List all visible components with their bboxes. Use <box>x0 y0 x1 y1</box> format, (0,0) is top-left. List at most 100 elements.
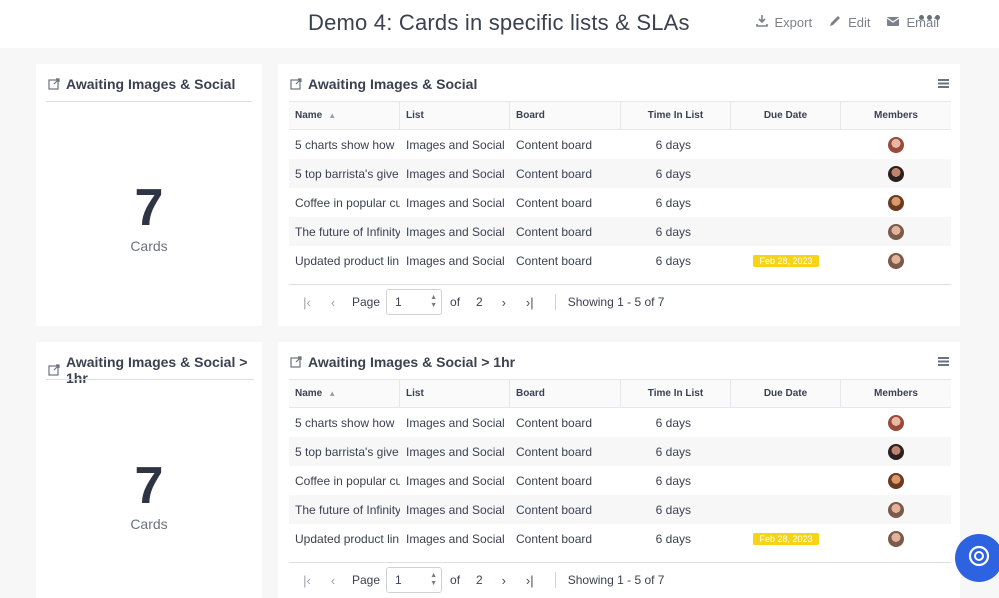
edit-button[interactable]: Edit <box>828 14 870 31</box>
col-board[interactable]: Board <box>510 102 621 129</box>
table-header: Name ▲ List Board Time In List Due Date M… <box>289 379 951 408</box>
of-label: of <box>450 295 461 309</box>
avatar <box>888 472 904 489</box>
top-bar: Demo 4: Cards in specific lists & SLAs E… <box>0 0 999 48</box>
page-stepper[interactable]: ▲ ▼ <box>430 572 437 588</box>
cell-time: 6 days <box>655 137 691 152</box>
table-panel-2: Awaiting Images & Social > 1hr Name ▲ Lis… <box>278 342 960 598</box>
metric-title-1[interactable]: Awaiting Images & Social <box>48 76 235 92</box>
export-button[interactable]: Export <box>755 14 813 31</box>
cell-due: Feb 28, 2023 <box>731 254 841 267</box>
cell-time: 6 days <box>655 224 691 239</box>
col-due[interactable]: Due Date <box>731 102 841 129</box>
cell-board: Content board <box>516 415 593 430</box>
table-row[interactable]: Updated product lin Images and Social Co… <box>289 524 951 553</box>
avatar <box>888 223 904 240</box>
metric-title-text: Awaiting Images & Social <box>66 76 236 92</box>
external-link-icon <box>48 78 60 90</box>
total-pages: 2 <box>476 573 483 587</box>
cell-list: Images and Social <box>406 253 505 268</box>
metric-panel-2: Awaiting Images & Social > 1hr 7 Cards <box>36 342 262 598</box>
cell-time: 6 days <box>655 444 691 459</box>
cell-board: Content board <box>516 195 593 210</box>
metric-value: 7 <box>134 457 164 515</box>
header-actions: Export Edit Email <box>755 14 939 31</box>
cell-name: 5 top barrista's give <box>295 166 399 181</box>
external-link-icon <box>48 364 60 376</box>
col-list[interactable]: List <box>400 380 510 407</box>
external-link-icon <box>290 78 302 90</box>
help-button[interactable] <box>955 534 999 582</box>
next-page-button[interactable]: › <box>491 573 517 588</box>
cell-time: 6 days <box>655 531 691 546</box>
col-time[interactable]: Time In List <box>621 380 731 407</box>
page-label: Page <box>352 573 381 587</box>
page-value: 1 <box>395 295 402 309</box>
list-view-icon[interactable] <box>938 357 949 366</box>
table-row[interactable]: 5 charts show how Images and Social Cont… <box>289 408 951 437</box>
table-title-text: Awaiting Images & Social > 1hr <box>308 354 516 370</box>
avatar <box>888 443 904 460</box>
avatar <box>888 194 904 211</box>
edit-label: Edit <box>848 15 871 30</box>
cell-list: Images and Social <box>406 166 505 181</box>
of-label: of <box>450 573 461 587</box>
external-link-icon <box>290 356 302 368</box>
table-panel-1: Awaiting Images & Social Name ▲ List Boar… <box>278 64 960 326</box>
cell-list: Images and Social <box>406 137 505 152</box>
table-row[interactable]: 5 top barrista's give Images and Social … <box>289 437 951 466</box>
next-page-button[interactable]: › <box>491 295 517 310</box>
metric-value-block: 7 Cards <box>36 460 262 532</box>
more-icon[interactable] <box>919 15 940 20</box>
avatar <box>888 165 904 182</box>
last-page-button[interactable]: ›| <box>517 573 543 588</box>
list-view-icon[interactable] <box>938 79 949 88</box>
col-time[interactable]: Time In List <box>621 102 731 129</box>
table-row[interactable]: Updated product lin Images and Social Co… <box>289 246 951 275</box>
col-board[interactable]: Board <box>510 380 621 407</box>
cell-time: 6 days <box>655 473 691 488</box>
avatar <box>888 414 904 431</box>
cell-list: Images and Social <box>406 195 505 210</box>
col-name[interactable]: Name ▲ <box>289 380 400 407</box>
cell-name: Updated product lin <box>295 253 400 268</box>
prev-page-button[interactable]: ‹ <box>320 573 346 588</box>
first-page-button[interactable]: |‹ <box>294 573 320 588</box>
col-list[interactable]: List <box>400 102 510 129</box>
table-header: Name ▲ List Board Time In List Due Date M… <box>289 101 951 130</box>
cell-time: 6 days <box>655 415 691 430</box>
table-row[interactable]: 5 top barrista's give Images and Social … <box>289 159 951 188</box>
metric-title-2[interactable]: Awaiting Images & Social > 1hr <box>48 354 262 386</box>
table-row[interactable]: Coffee in popular cu Images and Social C… <box>289 466 951 495</box>
export-icon <box>755 14 769 31</box>
table-row[interactable]: Coffee in popular cu Images and Social C… <box>289 188 951 217</box>
col-due[interactable]: Due Date <box>731 380 841 407</box>
sort-icon: ▲ <box>328 111 337 120</box>
page-number-input[interactable]: 1 ▲ ▼ <box>386 567 443 593</box>
cell-due: Feb 28, 2023 <box>731 532 841 545</box>
prev-page-button[interactable]: ‹ <box>320 295 346 310</box>
export-label: Export <box>774 15 813 30</box>
avatar <box>888 136 904 153</box>
cell-name: Coffee in popular cu <box>295 195 400 210</box>
sort-icon: ▲ <box>328 389 337 398</box>
page-title: Demo 4: Cards in specific lists & SLAs <box>308 10 690 35</box>
table-row[interactable]: The future of Infinity Images and Social… <box>289 217 951 246</box>
table-row[interactable]: The future of Infinity Images and Social… <box>289 495 951 524</box>
table-row[interactable]: 5 charts show how Images and Social Cont… <box>289 130 951 159</box>
cell-name: Updated product lin <box>295 531 400 546</box>
col-members[interactable]: Members <box>841 102 951 129</box>
cell-name: 5 charts show how <box>295 137 395 152</box>
first-page-button[interactable]: |‹ <box>294 295 320 310</box>
metric-label: Cards <box>130 238 168 254</box>
page-stepper[interactable]: ▲ ▼ <box>430 294 437 310</box>
col-members[interactable]: Members <box>841 380 951 407</box>
table-title-1[interactable]: Awaiting Images & Social <box>290 76 477 92</box>
col-name[interactable]: Name ▲ <box>289 102 400 129</box>
table-title-2[interactable]: Awaiting Images & Social > 1hr <box>290 354 515 370</box>
cell-name: Coffee in popular cu <box>295 473 400 488</box>
cell-list: Images and Social <box>406 415 505 430</box>
metric-value-block: 7 Cards <box>36 182 262 254</box>
page-number-input[interactable]: 1 ▲ ▼ <box>386 289 443 315</box>
last-page-button[interactable]: ›| <box>517 295 543 310</box>
